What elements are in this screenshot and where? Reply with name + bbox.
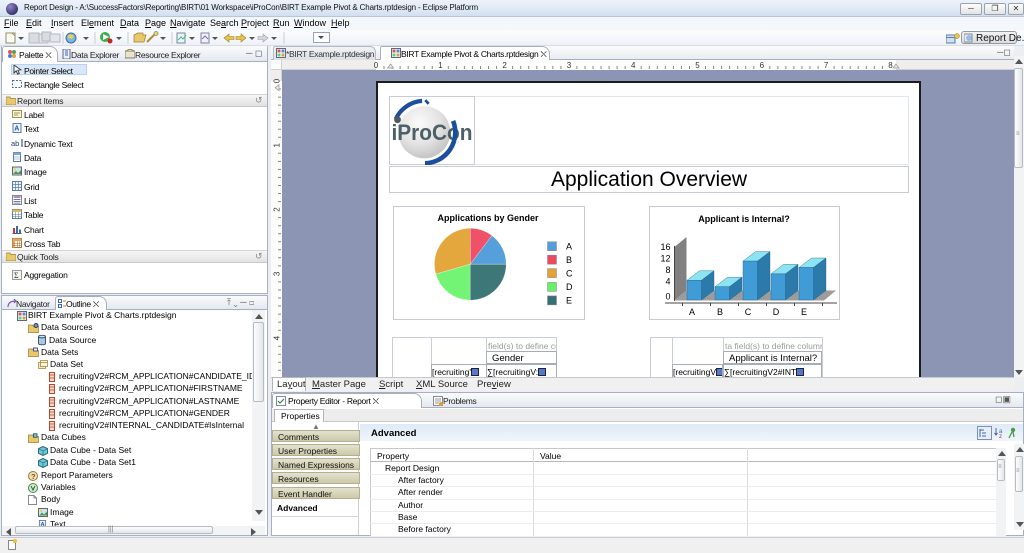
svg-text:0: 0 [665, 292, 670, 302]
svg-text:B: B [566, 255, 572, 265]
svg-text:5: 5 [695, 61, 700, 70]
svg-text:z: z [999, 434, 1002, 439]
svg-text:D: D [566, 282, 573, 292]
svg-text:C: C [566, 268, 573, 278]
svg-text:0: 0 [273, 78, 282, 83]
svg-text:C: C [745, 307, 752, 317]
svg-text:8: 8 [888, 61, 893, 70]
svg-text:E: E [801, 307, 807, 317]
svg-text:0: 0 [374, 61, 379, 70]
svg-text:A: A [14, 126, 19, 133]
svg-text:D: D [773, 307, 780, 317]
svg-text:8: 8 [665, 265, 670, 275]
svg-text:2: 2 [273, 207, 282, 212]
svg-text:7: 7 [824, 61, 829, 70]
svg-text:4: 4 [665, 277, 670, 287]
svg-text:3: 3 [273, 271, 282, 276]
svg-text:ab: ab [11, 139, 19, 148]
svg-text:B: B [717, 307, 723, 317]
svg-text:A: A [566, 242, 572, 252]
svg-text:Applications by Gender: Applications by Gender [437, 213, 539, 223]
svg-text:E: E [566, 296, 572, 306]
svg-text:12: 12 [660, 254, 670, 264]
svg-text:1: 1 [438, 61, 443, 70]
svg-text:3: 3 [567, 61, 572, 70]
svg-text:16: 16 [660, 242, 670, 252]
svg-text:Σ: Σ [14, 271, 19, 280]
svg-text:1: 1 [273, 143, 282, 148]
svg-text:4: 4 [273, 335, 282, 340]
svg-text:iProCon: iProCon [392, 120, 473, 145]
svg-text:Applicant is Internal?: Applicant is Internal? [698, 214, 790, 224]
svg-text:?: ? [31, 472, 36, 481]
svg-text:A: A [689, 307, 695, 317]
svg-text:4: 4 [631, 61, 636, 70]
svg-text:2: 2 [502, 61, 507, 70]
svg-text:6: 6 [760, 61, 765, 70]
